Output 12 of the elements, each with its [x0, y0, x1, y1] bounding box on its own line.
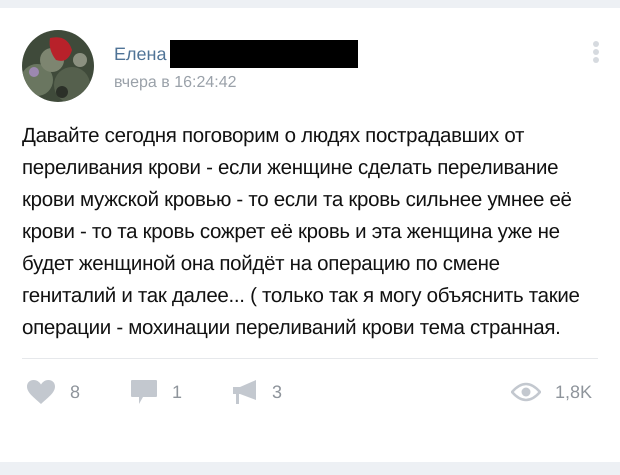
heart-icon	[26, 379, 56, 405]
like-button[interactable]: 8	[26, 379, 80, 405]
views-counter: 1,8K	[510, 382, 592, 402]
comment-icon	[130, 379, 158, 405]
megaphone-icon	[232, 379, 258, 405]
post-time: вчера в 16:24:42	[114, 74, 238, 92]
post-text: Давайте сегодня поговорим о людях пострадавших от переливания крови - если женщине сделать переливание крови мужской кровью - то если та кровь сильнее умнее её крови - то та кровь сожрет её кровь и эта женщина уже не будет женщиной она пойдёт на операцию по смене гениталий и так далее... ( только так я могу объяснить такие операции - мохинации переливаний крови тема странная.	[22, 123, 581, 341]
more-icon[interactable]	[592, 40, 600, 64]
author-name[interactable]: Елена	[114, 44, 166, 64]
share-button[interactable]: 3	[232, 379, 282, 405]
eye-icon	[510, 382, 541, 402]
comment-button[interactable]: 1	[130, 379, 182, 405]
